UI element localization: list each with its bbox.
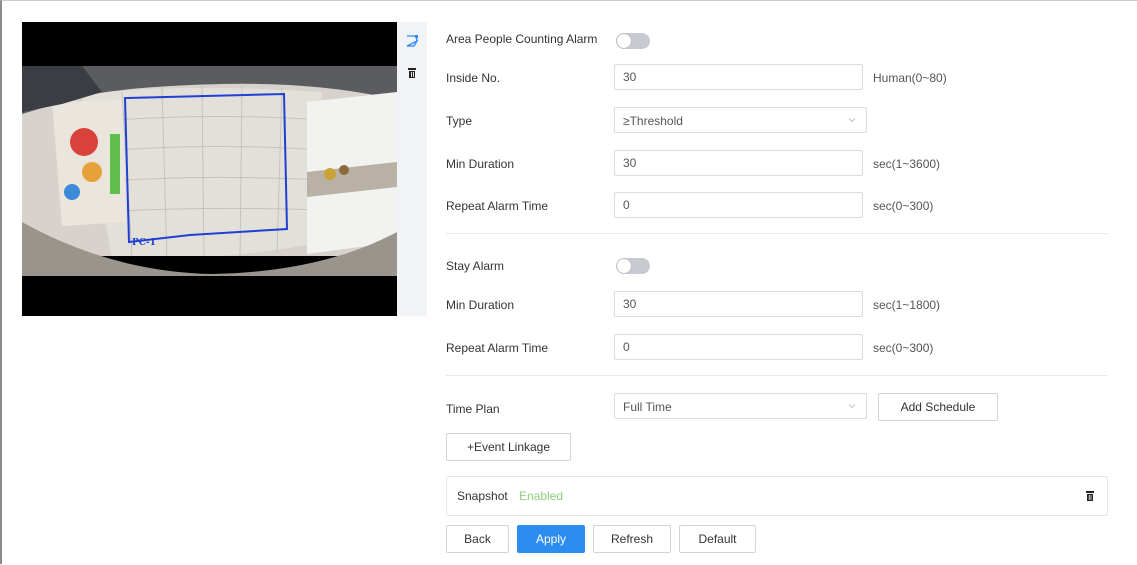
draw-region-icon[interactable] bbox=[405, 34, 419, 48]
inside-no-label: Inside No. bbox=[446, 71, 501, 85]
area-alarm-label: Area People Counting Alarm bbox=[446, 32, 598, 46]
video-toolbar bbox=[397, 22, 427, 316]
stay-alarm-label: Stay Alarm bbox=[446, 259, 505, 273]
min-duration-1-label: Min Duration bbox=[446, 157, 515, 171]
repeat-alarm-2-row: Repeat Alarm Time sec(0~300) bbox=[446, 334, 1116, 362]
time-plan-value: Full Time bbox=[623, 400, 672, 414]
stay-alarm-toggle[interactable] bbox=[616, 258, 650, 274]
min-duration-2-row: Min Duration sec(1~1800) bbox=[446, 291, 1116, 319]
event-linkage-button[interactable]: +Event Linkage bbox=[446, 433, 571, 461]
video-preview[interactable]: PC-1 bbox=[22, 22, 397, 316]
repeat-alarm-2-input[interactable] bbox=[614, 334, 863, 360]
apply-button[interactable]: Apply bbox=[517, 525, 585, 553]
back-button[interactable]: Back bbox=[446, 525, 509, 553]
camera-image bbox=[22, 22, 397, 316]
section-divider bbox=[446, 375, 1108, 376]
repeat-alarm-2-label: Repeat Alarm Time bbox=[446, 341, 549, 355]
time-plan-row: Time Plan Full Time Add Schedule bbox=[446, 393, 1116, 421]
repeat-alarm-1-unit: sec(0~300) bbox=[873, 199, 934, 213]
add-schedule-button[interactable]: Add Schedule bbox=[878, 393, 998, 421]
stay-alarm-row: Stay Alarm bbox=[446, 252, 746, 280]
delete-icon[interactable] bbox=[405, 66, 419, 80]
region-label: PC-1 bbox=[132, 238, 156, 248]
repeat-alarm-1-input[interactable] bbox=[614, 192, 863, 218]
delete-icon[interactable] bbox=[1085, 490, 1095, 502]
chevron-down-icon bbox=[848, 118, 856, 123]
inside-no-input[interactable] bbox=[614, 64, 863, 90]
linkage-item-snapshot: Snapshot Enabled bbox=[446, 476, 1108, 516]
type-label: Type bbox=[446, 114, 473, 128]
inside-no-row: Inside No. Human(0~80) bbox=[446, 64, 1116, 92]
min-duration-1-input[interactable] bbox=[614, 150, 863, 176]
min-duration-2-unit: sec(1~1800) bbox=[873, 298, 941, 312]
chevron-down-icon bbox=[848, 404, 856, 409]
repeat-alarm-1-row: Repeat Alarm Time sec(0~300) bbox=[446, 192, 1116, 220]
default-button[interactable]: Default bbox=[679, 525, 756, 553]
time-plan-select[interactable]: Full Time bbox=[614, 393, 867, 419]
time-plan-label: Time Plan bbox=[446, 402, 500, 416]
linkage-item-name: Snapshot bbox=[457, 489, 508, 503]
linkage-item-state: Enabled bbox=[519, 489, 564, 503]
repeat-alarm-1-label: Repeat Alarm Time bbox=[446, 199, 549, 213]
type-value: ≥Threshold bbox=[623, 114, 683, 128]
inside-no-unit: Human(0~80) bbox=[873, 71, 947, 85]
type-select[interactable]: ≥Threshold bbox=[614, 107, 867, 133]
section-divider bbox=[446, 233, 1108, 234]
area-alarm-toggle[interactable] bbox=[616, 33, 650, 49]
min-duration-2-label: Min Duration bbox=[446, 298, 515, 312]
repeat-alarm-2-unit: sec(0~300) bbox=[873, 341, 934, 355]
type-row: Type ≥Threshold bbox=[446, 107, 1116, 135]
area-alarm-row: Area People Counting Alarm bbox=[446, 26, 746, 54]
refresh-button[interactable]: Refresh bbox=[593, 525, 671, 553]
min-duration-1-unit: sec(1~3600) bbox=[873, 157, 941, 171]
min-duration-1-row: Min Duration sec(1~3600) bbox=[446, 150, 1116, 178]
min-duration-2-input[interactable] bbox=[614, 291, 863, 317]
